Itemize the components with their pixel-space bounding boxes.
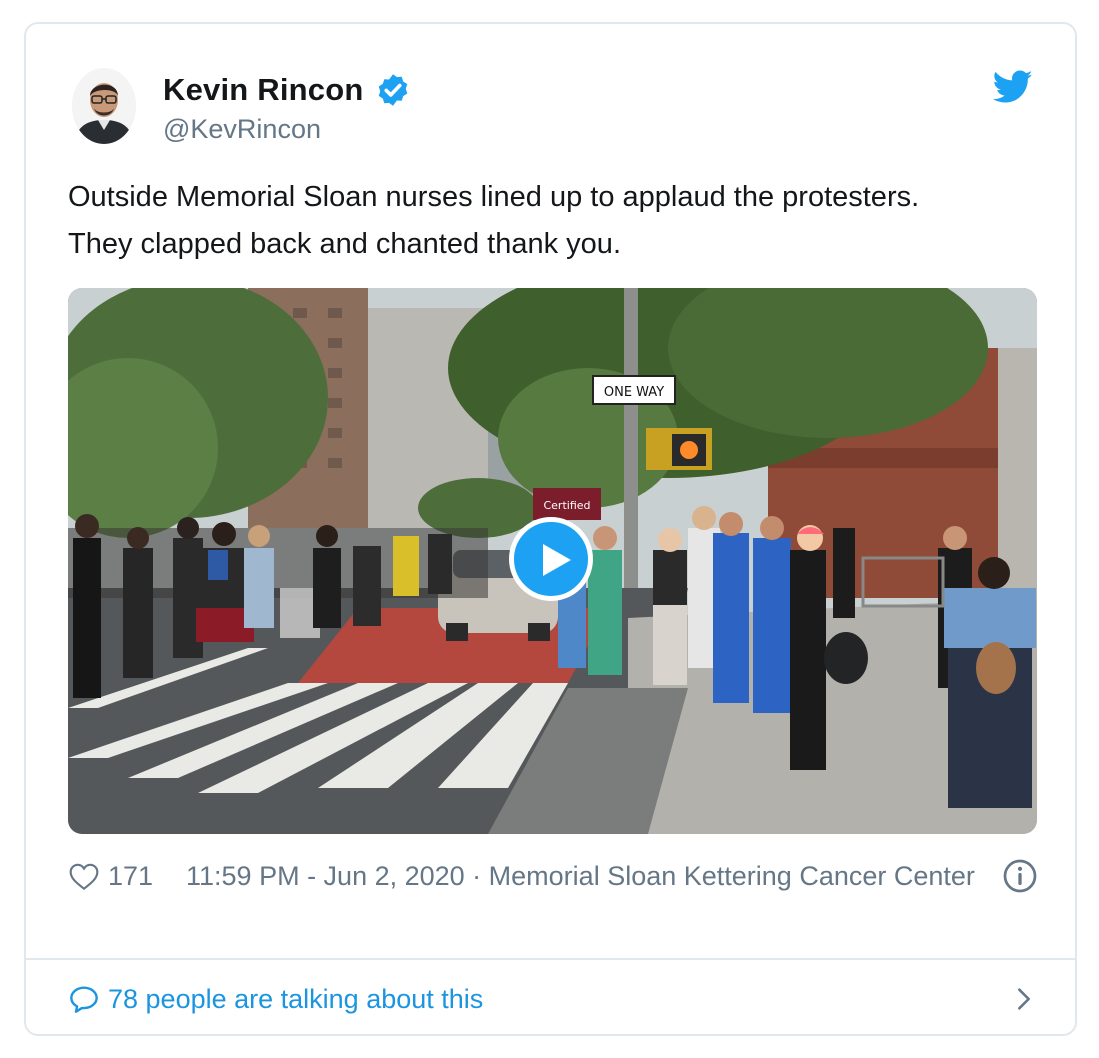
like-count[interactable]: 171	[108, 856, 153, 896]
video-player[interactable]: ONE WAY Certified	[68, 288, 1037, 834]
heart-icon	[69, 863, 99, 891]
divider	[26, 958, 1075, 960]
verified-badge-icon	[379, 74, 408, 106]
conversation-label[interactable]: 78 people are talking about this	[108, 984, 483, 1015]
timestamp-location[interactable]: 11:59 PM - Jun 2, 2020 · Memorial Sloan …	[186, 856, 976, 896]
chevron-right-icon[interactable]	[1010, 985, 1038, 1013]
author-row[interactable]: Kevin Rincon	[163, 70, 411, 110]
one-way-sign: ONE WAY	[604, 385, 664, 400]
play-button[interactable]	[509, 517, 593, 601]
author-name[interactable]: Kevin Rincon	[163, 72, 363, 108]
comment-bubble-icon	[70, 986, 98, 1013]
certified-sign: Certified	[543, 499, 590, 512]
twitter-bird-icon[interactable]	[993, 70, 1033, 104]
tweet-text: Outside Memorial Sloan nurses lined up t…	[68, 181, 920, 260]
info-icon[interactable]	[1002, 858, 1038, 894]
author-handle[interactable]: @KevRincon	[163, 114, 321, 145]
tweet-card[interactable]: Kevin Rincon @KevRincon Outside Memorial…	[24, 22, 1077, 1036]
play-icon	[543, 544, 571, 576]
conversation-link[interactable]: 78 people are talking about this	[68, 979, 1038, 1019]
like-button[interactable]: 171	[68, 856, 153, 896]
avatar-photo	[72, 68, 136, 144]
avatar[interactable]	[72, 68, 136, 144]
